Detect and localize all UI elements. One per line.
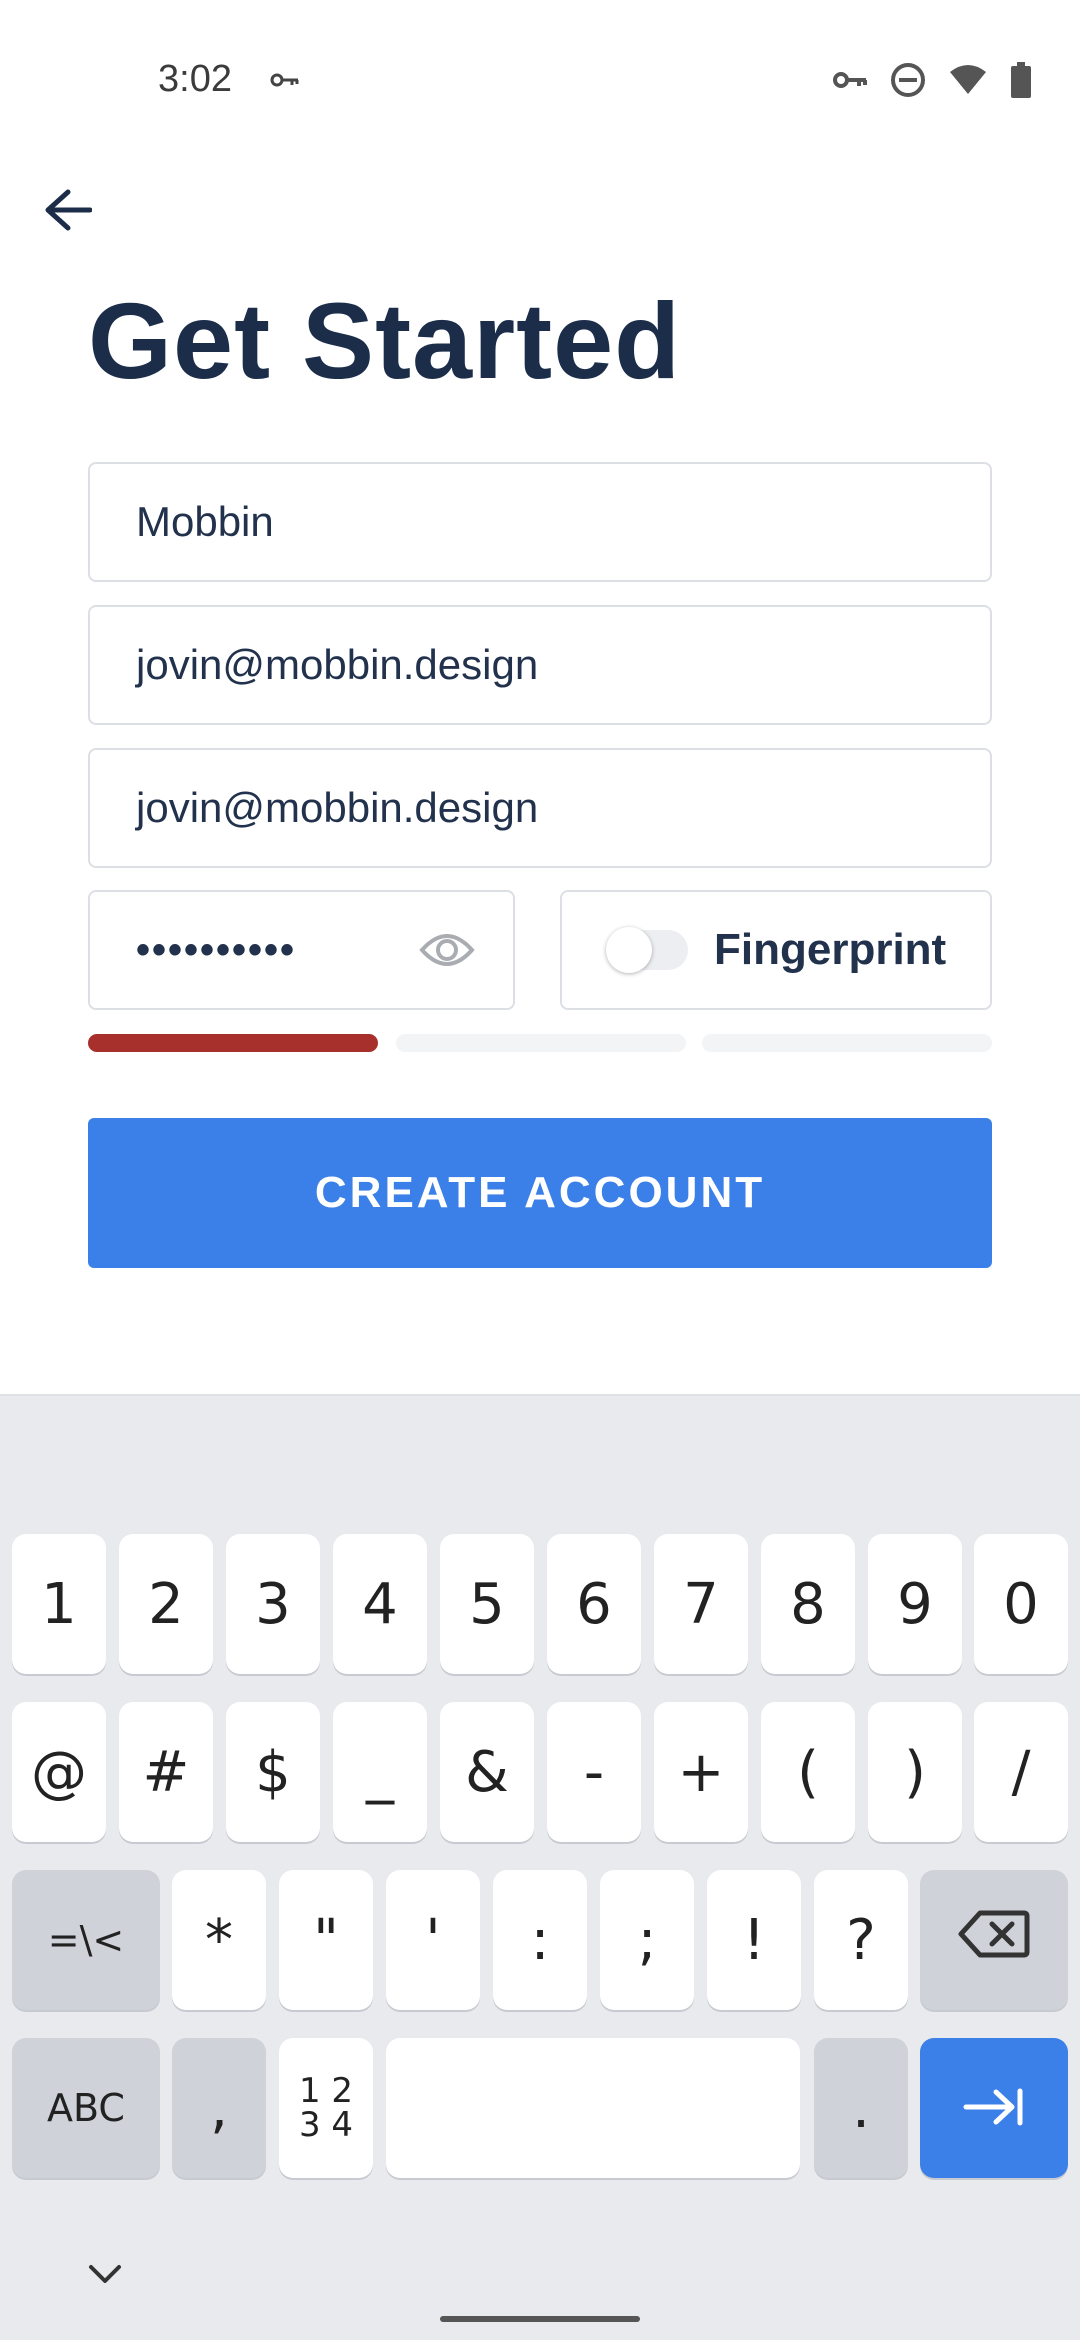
arrow-left-icon bbox=[44, 188, 93, 237]
fingerprint-label: Fingerprint bbox=[714, 925, 947, 974]
key-7[interactable]: 7 bbox=[654, 1534, 748, 1674]
key-minus[interactable]: - bbox=[547, 1702, 641, 1842]
vpn-key-icon bbox=[270, 70, 300, 95]
key-paren-close[interactable]: ) bbox=[868, 1702, 962, 1842]
key-dollar[interactable]: $ bbox=[226, 1702, 320, 1842]
email-value: jovin@mobbin.design bbox=[136, 641, 539, 688]
status-bar: 3:02 bbox=[0, 0, 1080, 160]
name-value: Mobbin bbox=[136, 498, 274, 545]
key-asterisk[interactable]: * bbox=[172, 1870, 266, 2010]
key-comma[interactable]: , bbox=[172, 2038, 266, 2178]
status-icons bbox=[832, 62, 1032, 103]
key-more-symbols[interactable]: =\< bbox=[12, 1870, 160, 2010]
create-account-button[interactable]: CREATE ACCOUNT bbox=[88, 1118, 992, 1268]
do-not-disturb-icon bbox=[890, 62, 926, 103]
key-plus[interactable]: + bbox=[654, 1702, 748, 1842]
key-8[interactable]: 8 bbox=[761, 1534, 855, 1674]
key-abc[interactable]: ABC bbox=[12, 2038, 160, 2178]
confirm-email-value: jovin@mobbin.design bbox=[136, 784, 539, 831]
email-field[interactable]: jovin@mobbin.design bbox=[88, 605, 992, 725]
key-9[interactable]: 9 bbox=[868, 1534, 962, 1674]
key-1[interactable]: 1 bbox=[12, 1534, 106, 1674]
key-double-quote[interactable]: " bbox=[279, 1870, 373, 2010]
password-field[interactable]: •••••••••• bbox=[88, 890, 515, 1010]
password-strength-bar-1 bbox=[88, 1034, 378, 1052]
key-2[interactable]: 2 bbox=[119, 1534, 213, 1674]
numpad-top: 1 2 bbox=[298, 2071, 354, 2111]
numpad-bottom: 3 4 bbox=[298, 2105, 354, 2145]
key-5[interactable]: 5 bbox=[440, 1534, 534, 1674]
tab-arrow-icon bbox=[962, 2076, 1026, 2141]
backspace-icon bbox=[958, 1908, 1030, 1973]
key-colon[interactable]: : bbox=[493, 1870, 587, 2010]
key-semicolon[interactable]: ; bbox=[600, 1870, 694, 2010]
key-period[interactable]: . bbox=[814, 2038, 908, 2178]
key-slash[interactable]: / bbox=[974, 1702, 1068, 1842]
show-password-icon[interactable] bbox=[419, 928, 475, 977]
status-time: 3:02 bbox=[158, 58, 232, 100]
key-exclamation[interactable]: ! bbox=[707, 1870, 801, 2010]
password-strength-bar-2 bbox=[396, 1034, 686, 1052]
key-paren-open[interactable]: ( bbox=[761, 1702, 855, 1842]
chevron-down-icon[interactable] bbox=[88, 2264, 122, 2289]
home-indicator[interactable] bbox=[440, 2316, 640, 2322]
key-0[interactable]: 0 bbox=[974, 1534, 1068, 1674]
key-underscore[interactable]: _ bbox=[333, 1702, 427, 1842]
toggle-knob bbox=[606, 927, 652, 973]
key-at[interactable]: @ bbox=[12, 1702, 106, 1842]
key-6[interactable]: 6 bbox=[547, 1534, 641, 1674]
fingerprint-toggle[interactable] bbox=[606, 927, 688, 973]
backspace-key[interactable] bbox=[920, 1870, 1068, 2010]
wifi-icon bbox=[948, 64, 988, 101]
confirm-email-field[interactable]: jovin@mobbin.design bbox=[88, 748, 992, 868]
key-question[interactable]: ? bbox=[814, 1870, 908, 2010]
page-title: Get Started bbox=[88, 280, 682, 401]
key-single-quote[interactable]: ' bbox=[386, 1870, 480, 2010]
fingerprint-toggle-box[interactable]: Fingerprint bbox=[560, 890, 992, 1010]
key-3[interactable]: 3 bbox=[226, 1534, 320, 1674]
battery-icon bbox=[1010, 62, 1032, 103]
key-4[interactable]: 4 bbox=[333, 1534, 427, 1674]
name-field[interactable]: Mobbin bbox=[88, 462, 992, 582]
back-button[interactable] bbox=[38, 182, 98, 242]
key-hash[interactable]: # bbox=[119, 1702, 213, 1842]
key-numpad[interactable]: 1 2 3 4 bbox=[279, 2038, 373, 2178]
key-ampersand[interactable]: & bbox=[440, 1702, 534, 1842]
space-key[interactable] bbox=[386, 2038, 800, 2178]
password-strength-bar-3 bbox=[702, 1034, 992, 1052]
vpn-key-icon bbox=[832, 69, 868, 96]
password-value: •••••••••• bbox=[136, 927, 297, 972]
next-key[interactable] bbox=[920, 2038, 1068, 2178]
